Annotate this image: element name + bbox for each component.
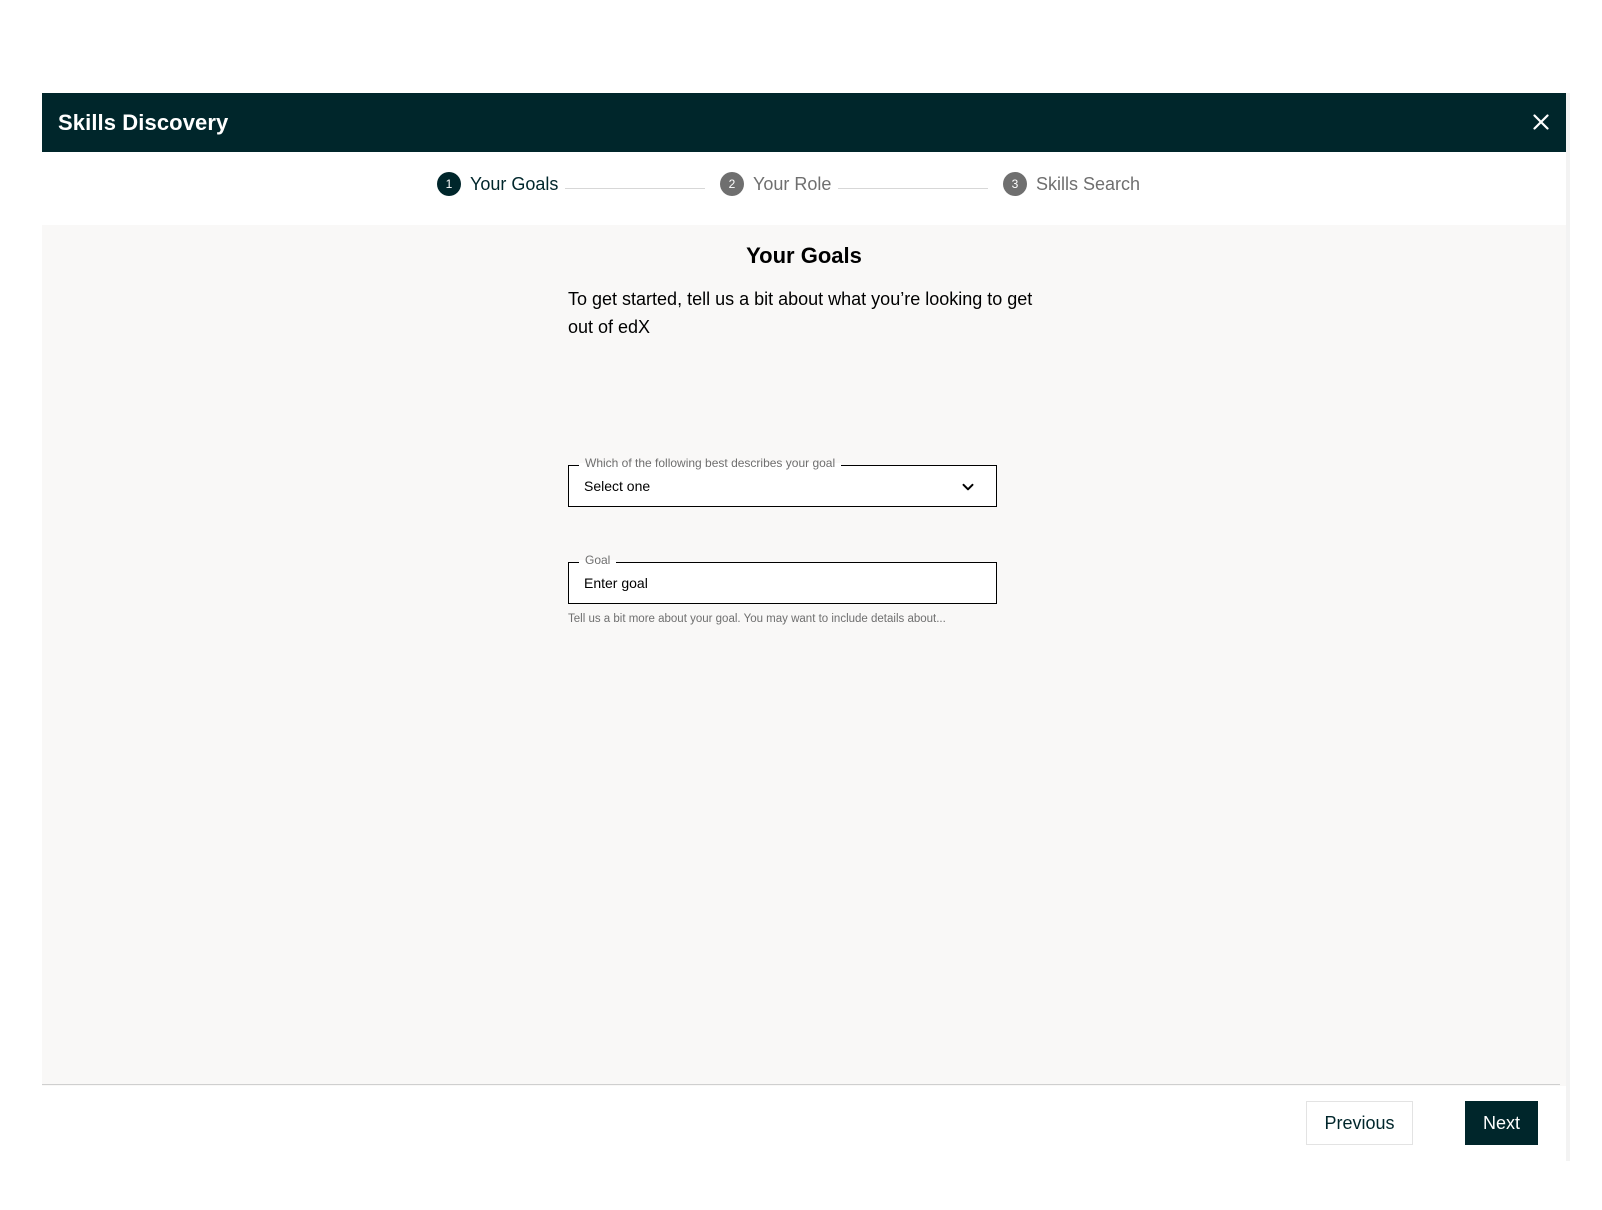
stepper: 1 Your Goals 2 Your Role 3 Skills Search bbox=[42, 152, 1566, 225]
step-label: Your Role bbox=[753, 173, 832, 194]
step-number: 1 bbox=[437, 172, 461, 196]
skills-discovery-modal: Skills Discovery 1 Your Goals 2 Your Rol… bbox=[42, 93, 1566, 1161]
close-icon bbox=[1533, 114, 1549, 130]
intro-text: To get started, tell us a bit about what… bbox=[568, 289, 1033, 337]
goal-label: Goal bbox=[579, 553, 617, 567]
step-skills-search[interactable]: 3 Skills Search bbox=[1003, 171, 1140, 197]
step-number: 3 bbox=[1003, 172, 1027, 196]
footer-divider bbox=[42, 1084, 1560, 1085]
goal-type-select[interactable]: Which of the following best describes yo… bbox=[568, 456, 997, 507]
step-your-role[interactable]: 2 Your Role bbox=[720, 171, 831, 197]
step-connector bbox=[565, 188, 705, 189]
next-button[interactable]: Next bbox=[1465, 1101, 1538, 1145]
modal-title: Skills Discovery bbox=[58, 110, 229, 135]
goal-field[interactable]: Goal Enter goal bbox=[568, 553, 997, 604]
step-label: Skills Search bbox=[1036, 173, 1141, 194]
previous-button[interactable]: Previous bbox=[1306, 1101, 1413, 1145]
page-title: Your Goals bbox=[746, 243, 862, 268]
step-connector bbox=[838, 188, 988, 189]
goal-help-text: Tell us a bit more about your goal. You … bbox=[568, 613, 946, 625]
modal-header: Skills Discovery bbox=[42, 93, 1566, 152]
chevron-down-icon bbox=[962, 483, 974, 491]
step-number: 2 bbox=[720, 172, 744, 196]
goal-type-label: Which of the following best describes yo… bbox=[579, 456, 842, 470]
goals-form: Your Goals To get started, tell us a bit… bbox=[42, 225, 1566, 1086]
goal-type-value: Select one bbox=[584, 478, 651, 494]
goal-placeholder: Enter goal bbox=[584, 575, 648, 591]
step-label: Your Goals bbox=[470, 173, 559, 194]
close-button[interactable] bbox=[1526, 107, 1556, 137]
step-your-goals[interactable]: 1 Your Goals bbox=[437, 171, 558, 197]
